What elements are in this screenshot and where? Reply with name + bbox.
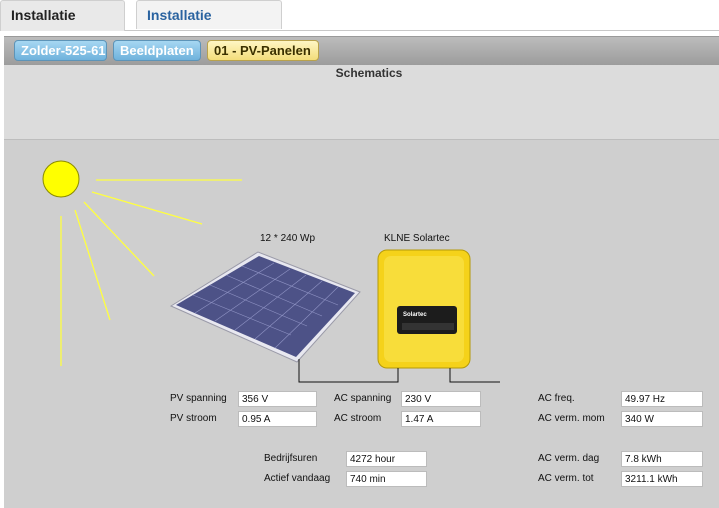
ac-verm-dag-value: 7.8 kWh	[621, 451, 703, 467]
ac-freq-value: 49.97 Hz	[621, 391, 703, 407]
pv-stroom-label: PV stroom	[170, 413, 217, 424]
ac-verm-mom-label: AC verm. mom	[538, 413, 605, 424]
pv-spanning-value: 356 V	[238, 391, 317, 407]
ac-stroom-label: AC stroom	[334, 413, 382, 424]
schematics-header: Schematics	[4, 65, 719, 139]
pv-spanning-label: PV spanning	[170, 393, 227, 404]
actief-vandaag-label: Actief vandaag	[264, 473, 331, 484]
ac-verm-tot-value: 3211.1 kWh	[621, 471, 703, 487]
panel-caption: 12 * 240 Wp	[260, 233, 316, 244]
breadcrumb-item-pv-panelen[interactable]: 01 - PV-Panelen	[207, 40, 319, 61]
sun-icon	[42, 160, 80, 198]
pv-stroom-value: 0.95 A	[238, 411, 317, 427]
ac-verm-mom-value: 340 W	[621, 411, 703, 427]
breadcrumb-item-zolder[interactable]: Zolder-525-61	[14, 40, 107, 61]
ac-spanning-label: AC spanning	[334, 393, 392, 404]
inverter-image	[377, 249, 471, 369]
ac-verm-tot-label: AC verm. tot	[538, 473, 594, 484]
solar-panel-image	[169, 251, 361, 363]
page-title: Schematics	[335, 66, 403, 80]
tab-installatie-beeld[interactable]: Installatie beeld	[0, 0, 125, 51]
breadcrumb-item-beeldplaten[interactable]: Beeldplaten	[113, 40, 201, 61]
bedrijfsuren-value: 4272 hour	[346, 451, 427, 467]
schematic-panel: 12 * 240 Wp KLNE Solartec Solartec PV sp…	[4, 139, 719, 508]
inverter-caption: KLNE Solartec	[384, 233, 450, 244]
bedrijfsuren-label: Bedrijfsuren	[264, 453, 318, 464]
ac-stroom-value: 1.47 A	[401, 411, 481, 427]
sun-rays	[60, 179, 242, 366]
ac-verm-dag-label: AC verm. dag	[538, 453, 600, 464]
tab-installatie-overzicht[interactable]: Installatie overzicht	[136, 0, 282, 51]
ac-freq-label: AC freq.	[538, 393, 575, 404]
actief-vandaag-value: 740 min	[346, 471, 427, 487]
ac-spanning-value: 230 V	[401, 391, 481, 407]
inverter-brand-plate: Solartec	[403, 312, 427, 318]
tab-bar: Installatie beeld Installatie overzicht	[0, 0, 719, 51]
breadcrumb: Zolder-525-61 Beeldplaten 01 - PV-Panele…	[4, 36, 719, 66]
